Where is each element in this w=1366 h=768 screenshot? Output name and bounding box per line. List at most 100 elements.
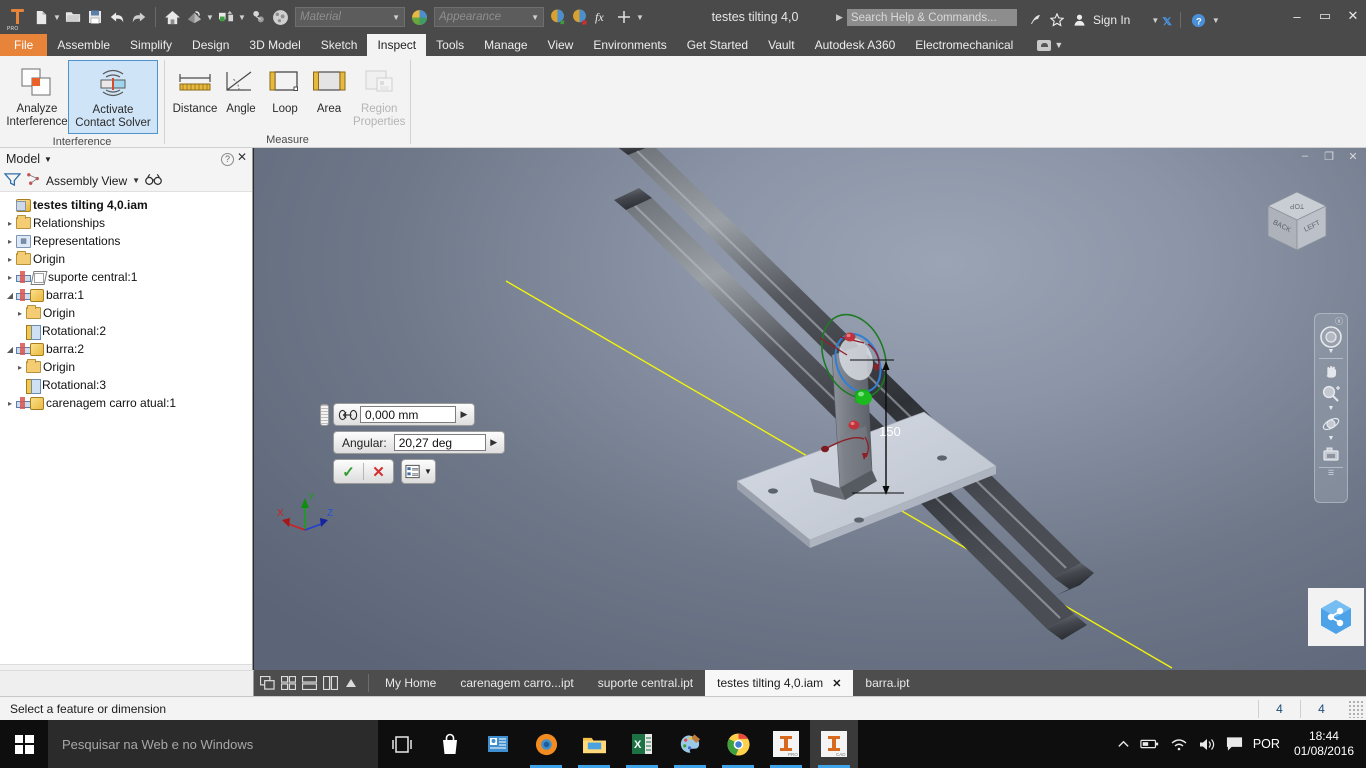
- browser-close-icon[interactable]: ✕: [237, 150, 247, 164]
- doc-tab-close-icon[interactable]: ✕: [832, 677, 841, 690]
- volume-icon[interactable]: [1198, 737, 1216, 752]
- tree-expander[interactable]: ▸: [14, 363, 26, 372]
- tree-item-assembly-root[interactable]: testes tilting 4,0.iam: [4, 196, 252, 214]
- tree-expander[interactable]: ▸: [4, 399, 16, 408]
- inventor-pro-icon[interactable]: PRO: [4, 2, 30, 32]
- select-icon[interactable]: [247, 5, 269, 29]
- a360-share-icon[interactable]: [1308, 588, 1364, 646]
- binoculars-icon[interactable]: [145, 172, 162, 189]
- ribbon-display-options[interactable]: ▼: [1023, 34, 1063, 56]
- tab-manage[interactable]: Manage: [474, 34, 537, 56]
- tab-get-started[interactable]: Get Started: [677, 34, 758, 56]
- activate-contact-solver-button[interactable]: Activate Contact Solver: [68, 60, 158, 134]
- windows-start-icon[interactable]: [0, 720, 48, 768]
- offset-input[interactable]: 0,000 mm: [360, 406, 456, 423]
- tree-item-origin-barra1[interactable]: ▸ Origin: [4, 304, 252, 322]
- parameters-fx-icon[interactable]: fx: [591, 5, 613, 29]
- tree-item-carenagem-carro-atual[interactable]: ▸ carenagem carro atual:1: [4, 394, 252, 412]
- assembly-view-selector[interactable]: Assembly View: [46, 174, 127, 188]
- paint-icon[interactable]: [666, 720, 714, 768]
- taskbar-search-input[interactable]: Pesquisar na Web e no Windows: [48, 720, 378, 768]
- sphere-icon[interactable]: [269, 5, 291, 29]
- taskbar-clock[interactable]: 18:44 01/08/2016: [1290, 729, 1360, 759]
- contacts-icon[interactable]: [474, 720, 522, 768]
- distance-button[interactable]: Distance: [171, 60, 219, 119]
- 3d-viewport[interactable]: – ❐ ✕ 150 0,000 mm ▶ Angular: 20,27 deg …: [254, 148, 1366, 670]
- model-tree[interactable]: testes tilting 4,0.iam ▸ Relationships ▸…: [0, 192, 252, 664]
- loop-button[interactable]: Loop: [263, 60, 307, 119]
- doc-tab-suporte-central[interactable]: suporte central.ipt: [586, 670, 705, 696]
- filter-funnel-icon[interactable]: [3, 172, 22, 190]
- tree-item-representations[interactable]: ▸ ▦ Representations: [4, 232, 252, 250]
- return-dropdown-icon[interactable]: ▼: [205, 5, 215, 29]
- navbar-more-icon[interactable]: ☰: [1328, 470, 1334, 478]
- joint-mini-toolbar[interactable]: 0,000 mm ▶ Angular: 20,27 deg ▶ ✓ ✕ ▼: [320, 403, 505, 489]
- zoom-dropdown-icon[interactable]: ▼: [1328, 405, 1335, 413]
- update-icon[interactable]: [215, 5, 237, 29]
- viewcube[interactable]: TOP BACK LEFT: [1258, 186, 1336, 264]
- save-button[interactable]: [84, 5, 106, 29]
- doc-tab-my-home[interactable]: My Home: [373, 670, 448, 696]
- language-indicator[interactable]: POR: [1253, 737, 1280, 751]
- wifi-icon[interactable]: [1170, 737, 1188, 751]
- chevron-down-icon[interactable]: ▼: [44, 155, 52, 164]
- resize-grip-icon[interactable]: [1348, 699, 1364, 718]
- tree-item-origin-root[interactable]: ▸ Origin: [4, 250, 252, 268]
- adjust-appearance-icon[interactable]: [547, 5, 569, 29]
- tab-3d-model[interactable]: 3D Model: [239, 34, 310, 56]
- tree-expander[interactable]: ◢: [4, 291, 16, 300]
- cancel-button[interactable]: ✕: [364, 463, 393, 481]
- viewport-close-button[interactable]: ✕: [1346, 150, 1360, 163]
- tab-autodesk-a360[interactable]: Autodesk A360: [805, 34, 906, 56]
- sign-in-button[interactable]: Sign In: [1093, 13, 1130, 27]
- angular-dropdown-icon[interactable]: ▶: [486, 432, 502, 453]
- viewport-restore-button[interactable]: ❐: [1322, 150, 1336, 163]
- close-button[interactable]: ✕: [1344, 8, 1362, 24]
- tab-tools[interactable]: Tools: [426, 34, 474, 56]
- tab-electromechanical[interactable]: Electromechanical: [905, 34, 1023, 56]
- zoom-magnifier-icon[interactable]: [1318, 383, 1344, 405]
- tab-inspect[interactable]: Inspect: [367, 34, 427, 56]
- inventor-cad-icon[interactable]: CAD: [810, 720, 858, 768]
- orbit-dropdown-icon[interactable]: ▼: [1328, 435, 1335, 443]
- tree-item-barra-1[interactable]: ◢ barra:1: [4, 286, 252, 304]
- firefox-icon[interactable]: [522, 720, 570, 768]
- show-hidden-icons-icon[interactable]: [1117, 738, 1130, 751]
- tree-item-rotational-2[interactable]: Rotational:2: [4, 322, 252, 340]
- appearance-combo[interactable]: Appearance ▼: [434, 7, 544, 27]
- home-icon[interactable]: [161, 5, 183, 29]
- tab-design[interactable]: Design: [182, 34, 239, 56]
- tree-expander[interactable]: ◢: [4, 345, 16, 354]
- look-at-camera-icon[interactable]: [1318, 443, 1344, 465]
- help-dropdown-icon[interactable]: ▼: [1211, 8, 1221, 32]
- material-browser-icon[interactable]: [408, 5, 430, 29]
- question-mark-icon[interactable]: ?: [221, 152, 234, 166]
- navigation-wheel-dropdown-icon[interactable]: ▼: [1328, 348, 1335, 356]
- tree-expander[interactable]: ▸: [4, 273, 16, 282]
- sign-in-dropdown-icon[interactable]: ▼: [1150, 8, 1160, 32]
- orbit-icon[interactable]: [1318, 413, 1344, 435]
- options-button[interactable]: ▼: [401, 459, 436, 484]
- tile-windows-icon[interactable]: [279, 674, 297, 692]
- new-document-button[interactable]: [30, 5, 52, 29]
- doc-tab-carenagem-carro[interactable]: carenagem carro...ipt: [448, 670, 585, 696]
- minimize-button[interactable]: –: [1288, 9, 1306, 24]
- cascade-windows-icon[interactable]: [258, 674, 276, 692]
- redo-button[interactable]: [128, 5, 150, 29]
- tree-item-origin-barra2[interactable]: ▸ Origin: [4, 358, 252, 376]
- windows-store-icon[interactable]: [426, 720, 474, 768]
- ok-button[interactable]: ✓: [334, 463, 363, 481]
- angular-input[interactable]: 20,27 deg: [393, 434, 486, 451]
- battery-icon[interactable]: [1140, 737, 1160, 751]
- material-combo[interactable]: Material ▼: [295, 7, 405, 27]
- tab-simplify[interactable]: Simplify: [120, 34, 182, 56]
- customize-toolbar-icon[interactable]: ▼: [635, 5, 645, 29]
- add-to-toolbar-icon[interactable]: [613, 5, 635, 29]
- area-button[interactable]: Area: [307, 60, 351, 119]
- help-icon[interactable]: ?: [1189, 11, 1209, 30]
- doc-tab-barra[interactable]: barra.ipt: [853, 670, 921, 696]
- inventor-pro-icon[interactable]: PRO: [762, 720, 810, 768]
- excel-icon[interactable]: X: [618, 720, 666, 768]
- favorites-star-icon[interactable]: [1047, 11, 1067, 30]
- action-center-icon[interactable]: [1226, 736, 1243, 752]
